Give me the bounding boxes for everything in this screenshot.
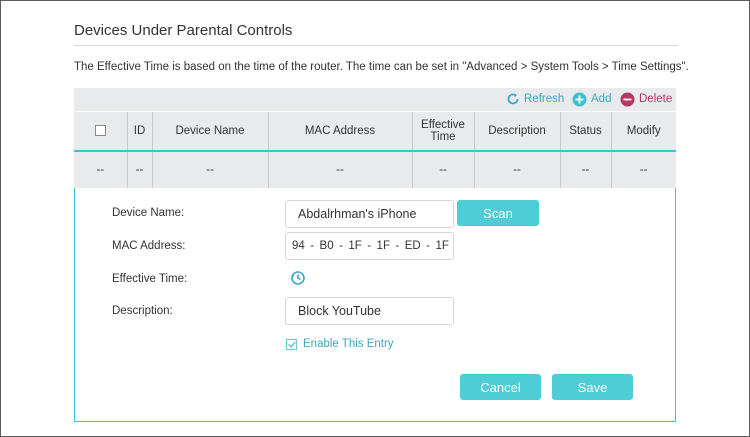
delete-icon (620, 92, 635, 106)
column-header-mac-address: MAC Address (267, 112, 412, 152)
cancel-button[interactable]: Cancel (460, 374, 541, 400)
effective-time-label: Effective Time: (112, 273, 188, 285)
table-cell: -- (610, 151, 676, 188)
refresh-icon (507, 93, 519, 105)
enable-entry-label: Enable This Entry (303, 338, 394, 350)
table-row: -- -- -- -- -- -- -- -- (74, 151, 676, 188)
table-cell: -- (559, 151, 611, 188)
table-cell: -- (151, 151, 268, 188)
select-all-checkbox[interactable] (94, 125, 106, 137)
page-title: Devices Under Parental Controls (74, 22, 293, 39)
mac-octet[interactable]: 1F (377, 240, 390, 252)
mac-octet[interactable]: 94 (292, 240, 305, 252)
time-notice: The Effective Time is based on the time … (74, 61, 689, 73)
enable-entry-checkbox[interactable] (286, 338, 297, 350)
refresh-label: Refresh (524, 93, 565, 105)
add-button[interactable]: Add (572, 90, 611, 108)
table-cell: -- (126, 151, 152, 188)
column-header-effective-time: Effective Time (411, 112, 474, 152)
mac-separator: - (395, 240, 400, 252)
table-cell: -- (473, 151, 560, 188)
save-button[interactable]: Save (552, 374, 633, 400)
table-header-row: ID Device Name MAC Address Effective Tim… (74, 112, 676, 152)
mac-separator: - (367, 240, 372, 252)
device-name-label: Device Name: (112, 207, 185, 219)
device-name-input[interactable] (285, 200, 454, 228)
title-divider (74, 45, 678, 46)
select-all-header[interactable] (74, 112, 127, 152)
delete-button[interactable]: Delete (620, 90, 672, 108)
mac-octet[interactable]: ED (405, 240, 421, 252)
mac-separator: - (339, 240, 343, 252)
add-label: Add (591, 93, 612, 105)
column-header-description: Description (473, 112, 560, 152)
clock-icon[interactable] (291, 271, 305, 285)
mac-address-field[interactable]: 94 - B0 - 1F - 1F - ED - 1F (285, 232, 454, 260)
scan-button[interactable]: Scan (457, 200, 539, 226)
column-header-modify: Modify (610, 112, 676, 152)
description-label: Description: (112, 305, 173, 317)
mac-separator: - (426, 240, 430, 252)
table-toolbar: Refresh Add Delete (74, 88, 676, 111)
enable-entry-option[interactable]: Enable This Entry (286, 338, 394, 350)
delete-label: Delete (639, 93, 673, 105)
refresh-button[interactable]: Refresh (506, 90, 564, 108)
table-cell: -- (267, 151, 412, 188)
column-header-device-name: Device Name (151, 112, 268, 152)
add-icon (572, 92, 587, 106)
column-header-status: Status (559, 112, 611, 152)
table-cell: -- (74, 151, 127, 188)
mac-address-label: MAC Address: (112, 240, 186, 252)
table-cell: -- (411, 151, 474, 188)
description-input[interactable] (285, 297, 454, 325)
mac-separator: - (310, 240, 315, 252)
devices-table: ID Device Name MAC Address Effective Tim… (74, 112, 676, 188)
mac-octet[interactable]: 1F (435, 240, 448, 252)
mac-octet[interactable]: B0 (320, 240, 334, 252)
mac-octet[interactable]: 1F (348, 240, 361, 252)
column-header-id: ID (126, 112, 152, 152)
